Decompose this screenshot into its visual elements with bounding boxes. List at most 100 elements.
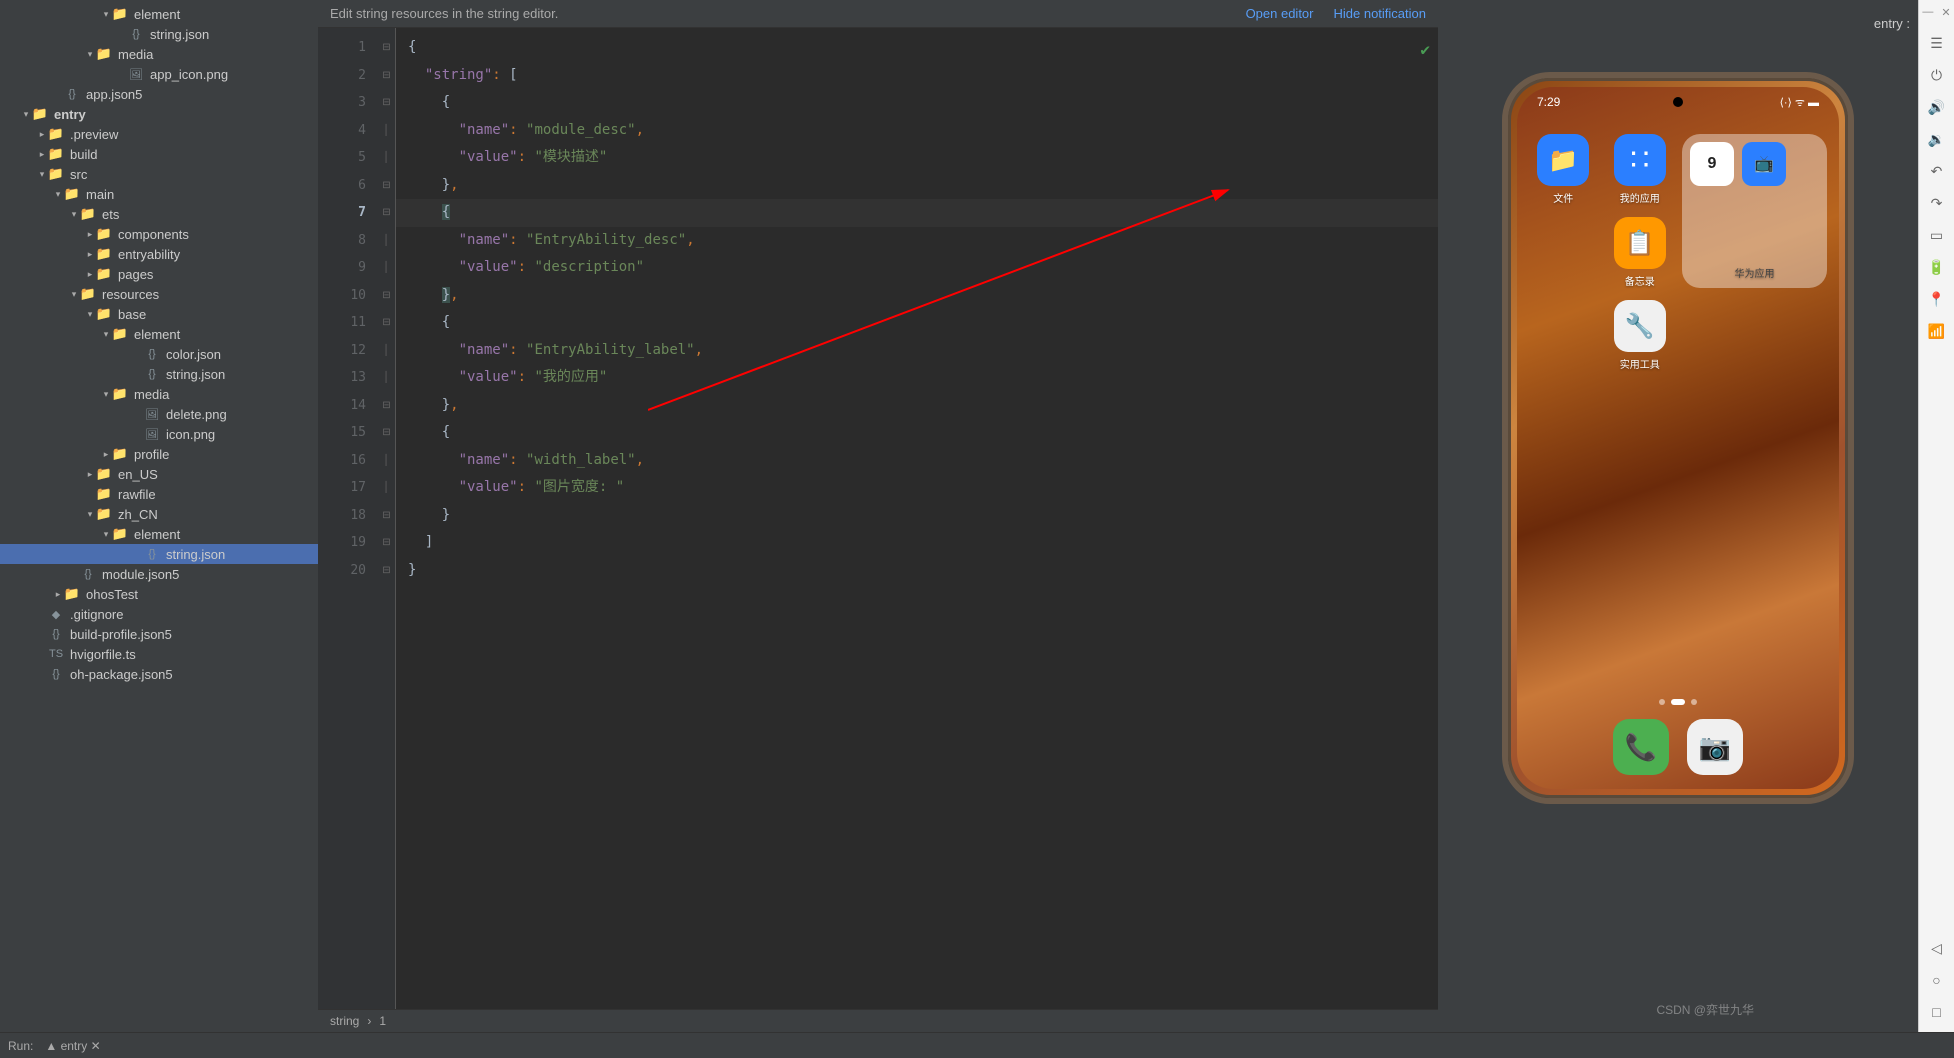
tree-arrow-icon[interactable]: ▾ bbox=[36, 169, 48, 180]
code-line[interactable]: "string": [ bbox=[408, 62, 1438, 90]
widget-huawei[interactable]: 9📺 华为应用 bbox=[1682, 134, 1827, 288]
rotate-left-icon[interactable]: ↶ bbox=[1923, 157, 1951, 185]
home-icon[interactable]: ○ bbox=[1923, 966, 1951, 994]
code-line[interactable]: } bbox=[408, 557, 1438, 585]
code-line[interactable]: { bbox=[408, 34, 1438, 62]
tree-item[interactable]: ▸📁.preview bbox=[0, 124, 318, 144]
tree-item[interactable]: ▾📁media bbox=[0, 384, 318, 404]
window-controls[interactable]: —✕ bbox=[1922, 6, 1950, 19]
home-grid[interactable]: 📁文件 ∷我的应用 9📺 华为应用 📋备忘录 🔧实用工具 bbox=[1517, 114, 1839, 391]
battery-icon[interactable]: 🔋 bbox=[1923, 253, 1951, 281]
tree-item[interactable]: ▾📁resources bbox=[0, 284, 318, 304]
code-line[interactable]: "value": "模块描述" bbox=[408, 144, 1438, 172]
code-area[interactable]: ✔ { "string": [ { "name": "module_desc",… bbox=[396, 28, 1438, 1009]
tree-item[interactable]: {}string.json bbox=[0, 24, 318, 44]
code-line[interactable]: "name": "module_desc", bbox=[408, 117, 1438, 145]
dock-app[interactable]: 📷 bbox=[1687, 719, 1743, 775]
screenshot-icon[interactable]: ▭ bbox=[1923, 221, 1951, 249]
dock-app[interactable]: 📞 bbox=[1613, 719, 1669, 775]
tree-arrow-icon[interactable]: ▾ bbox=[52, 189, 64, 200]
tree-arrow-icon[interactable]: ▾ bbox=[68, 209, 80, 220]
tree-item[interactable]: ▾📁element bbox=[0, 324, 318, 344]
tree-arrow-icon[interactable]: ▾ bbox=[84, 509, 96, 520]
tree-arrow-icon[interactable]: ▸ bbox=[84, 249, 96, 260]
code-line[interactable]: "name": "EntryAbility_label", bbox=[408, 337, 1438, 365]
tree-item[interactable]: ▸📁components bbox=[0, 224, 318, 244]
tree-item[interactable]: ▸📁ohosTest bbox=[0, 584, 318, 604]
tree-arrow-icon[interactable]: ▸ bbox=[36, 129, 48, 140]
tree-arrow-icon[interactable]: ▾ bbox=[84, 49, 96, 60]
tree-arrow-icon[interactable]: ▾ bbox=[20, 109, 32, 120]
rotate-right-icon[interactable]: ↷ bbox=[1923, 189, 1951, 217]
code-line[interactable]: { bbox=[408, 309, 1438, 337]
code-line[interactable]: "value": "图片宽度: " bbox=[408, 474, 1438, 502]
tree-arrow-icon[interactable]: ▾ bbox=[100, 389, 112, 400]
code-line[interactable]: }, bbox=[408, 392, 1438, 420]
code-line[interactable]: "value": "description" bbox=[408, 254, 1438, 282]
tree-item[interactable]: {}app.json5 bbox=[0, 84, 318, 104]
tree-item[interactable]: {}build-profile.json5 bbox=[0, 624, 318, 644]
open-editor-link[interactable]: Open editor bbox=[1246, 6, 1314, 21]
back-icon[interactable]: ◁ bbox=[1923, 934, 1951, 962]
tree-item[interactable]: ▾📁ets bbox=[0, 204, 318, 224]
tree-item[interactable]: ▸📁en_US bbox=[0, 464, 318, 484]
tree-arrow-icon[interactable]: ▸ bbox=[84, 469, 96, 480]
app-files[interactable]: 📁文件 bbox=[1529, 134, 1598, 205]
tree-item[interactable]: {}module.json5 bbox=[0, 564, 318, 584]
tree-arrow-icon[interactable]: ▸ bbox=[84, 269, 96, 280]
run-config[interactable]: ▲ entry ✕ bbox=[45, 1039, 100, 1053]
hide-notification-link[interactable]: Hide notification bbox=[1334, 6, 1427, 21]
tree-item[interactable]: ▾📁src bbox=[0, 164, 318, 184]
tree-item[interactable]: ▾📁entry bbox=[0, 104, 318, 124]
code-line[interactable]: }, bbox=[408, 172, 1438, 200]
tree-item[interactable]: {}string.json bbox=[0, 544, 318, 564]
tree-item[interactable]: {}string.json bbox=[0, 364, 318, 384]
tree-arrow-icon[interactable]: ▾ bbox=[100, 529, 112, 540]
tree-arrow-icon[interactable]: ▾ bbox=[100, 9, 112, 20]
device-screen[interactable]: 7:29 ⟨·⟩ ᯤ ▬ 📁文件 ∷我的应用 9📺 华为应用 📋备忘录 🔧实用工… bbox=[1517, 87, 1839, 789]
tree-arrow-icon[interactable]: ▸ bbox=[100, 449, 112, 460]
tree-item[interactable]: 📁rawfile bbox=[0, 484, 318, 504]
tree-item[interactable]: TShvigorfile.ts bbox=[0, 644, 318, 664]
tree-item[interactable]: ▾📁element bbox=[0, 4, 318, 24]
tree-item[interactable]: {}color.json bbox=[0, 344, 318, 364]
code-line[interactable]: ] bbox=[408, 529, 1438, 557]
tree-item[interactable]: ▸📁pages bbox=[0, 264, 318, 284]
tree-item[interactable]: ▸📁entryability bbox=[0, 244, 318, 264]
tree-arrow-icon[interactable]: ▾ bbox=[84, 309, 96, 320]
tree-item[interactable]: {}oh-package.json5 bbox=[0, 664, 318, 684]
code-line[interactable]: "name": "EntryAbility_desc", bbox=[408, 227, 1438, 255]
power-icon[interactable]: ⏻ bbox=[1923, 61, 1951, 89]
code-line[interactable]: } bbox=[408, 502, 1438, 530]
recents-icon[interactable]: □ bbox=[1923, 998, 1951, 1026]
code-line[interactable]: { bbox=[408, 89, 1438, 117]
tree-arrow-icon[interactable]: ▸ bbox=[36, 149, 48, 160]
volume-up-icon[interactable]: 🔊 bbox=[1923, 93, 1951, 121]
volume-down-icon[interactable]: 🔉 bbox=[1923, 125, 1951, 153]
code-line[interactable]: }, bbox=[408, 282, 1438, 310]
tree-item[interactable]: ▾📁main bbox=[0, 184, 318, 204]
code-line[interactable]: "name": "width_label", bbox=[408, 447, 1438, 475]
editor-body[interactable]: 123456💡7891011121314151617181920 ⊟⊟⊟││⊟⊟… bbox=[318, 28, 1438, 1009]
app-tools[interactable]: 🔧实用工具 bbox=[1606, 300, 1675, 371]
wifi-icon[interactable]: 📶 bbox=[1923, 317, 1951, 345]
tree-item[interactable]: ▸📁profile bbox=[0, 444, 318, 464]
dock[interactable]: 📞📷 bbox=[1613, 719, 1743, 775]
tree-item[interactable]: ▾📁element bbox=[0, 524, 318, 544]
tree-item[interactable]: ▾📁zh_CN bbox=[0, 504, 318, 524]
tree-item[interactable]: 🖼app_icon.png bbox=[0, 64, 318, 84]
menu-icon[interactable]: ☰ bbox=[1923, 29, 1951, 57]
breadcrumb-item[interactable]: string bbox=[330, 1014, 359, 1028]
app-memo[interactable]: 📋备忘录 bbox=[1606, 217, 1675, 288]
tree-arrow-icon[interactable]: ▸ bbox=[84, 229, 96, 240]
tree-arrow-icon[interactable]: ▾ bbox=[100, 329, 112, 340]
fold-gutter[interactable]: ⊟⊟⊟││⊟⊟││⊟⊟││⊟⊟││⊟⊟⊟ bbox=[378, 28, 396, 1009]
tree-item[interactable]: 🖼delete.png bbox=[0, 404, 318, 424]
breadcrumb-item[interactable]: 1 bbox=[379, 1014, 386, 1028]
project-tree[interactable]: ▾📁element{}string.json▾📁media🖼app_icon.p… bbox=[0, 0, 318, 1032]
code-line[interactable]: { bbox=[408, 419, 1438, 447]
tree-arrow-icon[interactable]: ▾ bbox=[68, 289, 80, 300]
code-line[interactable]: "value": "我的应用" bbox=[408, 364, 1438, 392]
tree-item[interactable]: ◆.gitignore bbox=[0, 604, 318, 624]
tree-arrow-icon[interactable]: ▸ bbox=[52, 589, 64, 600]
